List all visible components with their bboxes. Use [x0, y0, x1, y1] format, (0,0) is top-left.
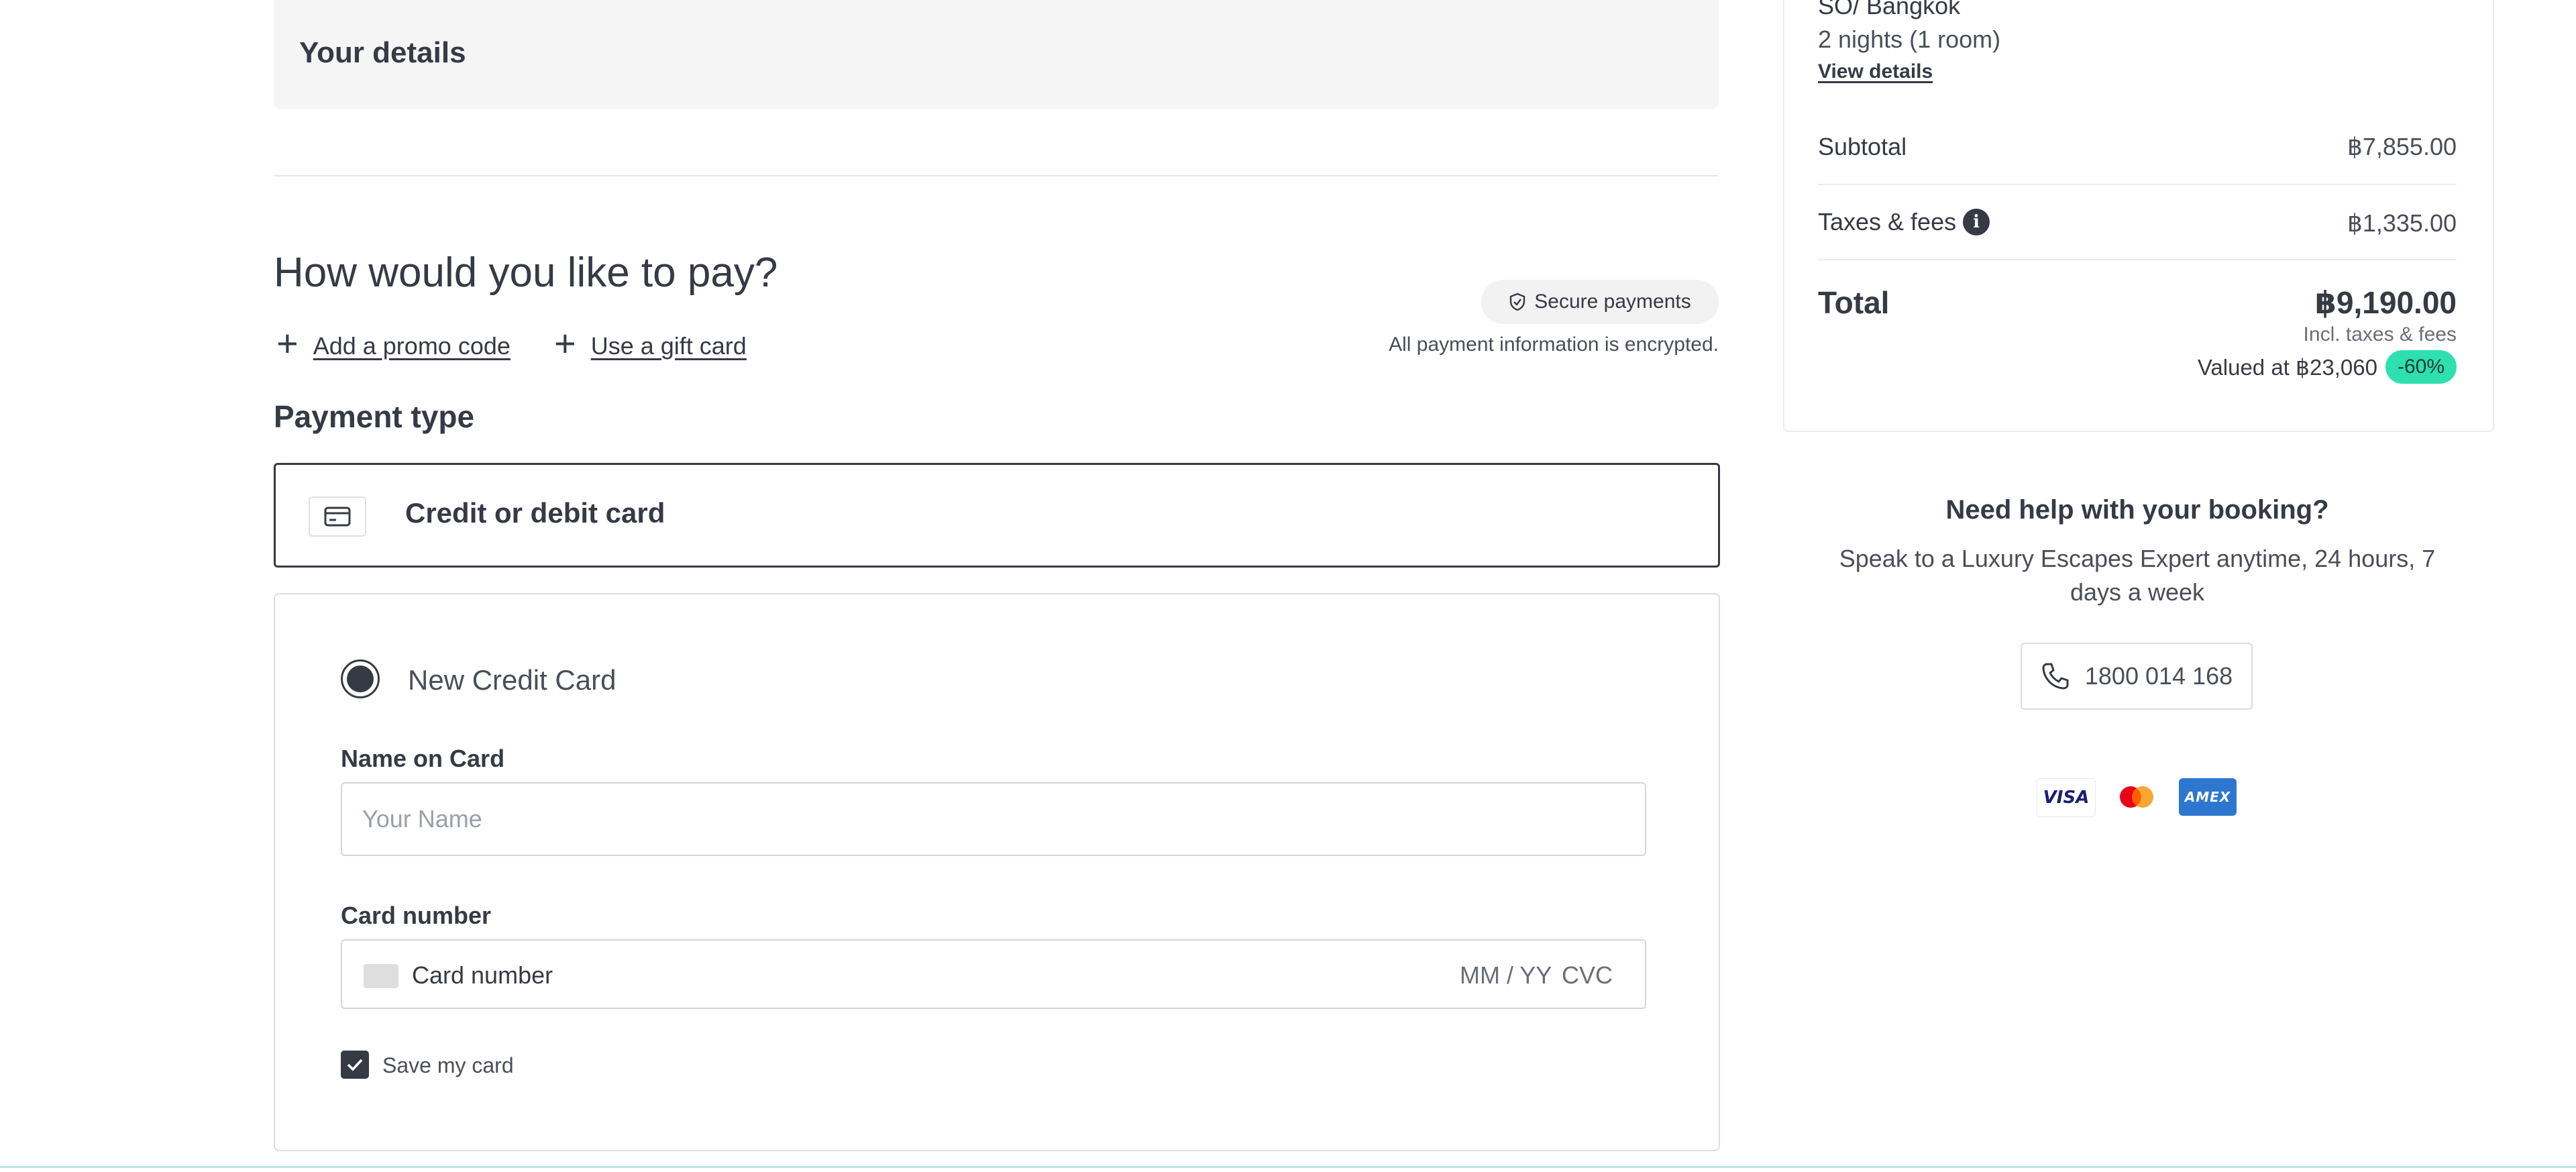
- phone-icon: [2042, 663, 2069, 690]
- name-on-card-label: Name on Card: [341, 745, 505, 772]
- help-subtitle: Speak to a Luxury Escapes Expert anytime…: [1839, 545, 2436, 606]
- valued-at-row: Valued at ฿23,060 -60%: [2198, 350, 2457, 384]
- plus-icon: +: [276, 322, 299, 364]
- stay-length: 2 nights (1 room): [1818, 25, 2001, 53]
- payment-heading: How would you like to pay?: [274, 250, 778, 296]
- name-on-card-input[interactable]: [341, 782, 1646, 856]
- help-heading: Need help with your booking?: [1945, 495, 2329, 525]
- plus-icon: +: [554, 322, 576, 364]
- card-number-label: Card number: [341, 902, 492, 929]
- secure-payments-badge: Secure payments: [1481, 280, 1719, 324]
- secure-payments-label: Secure payments: [1534, 290, 1691, 313]
- use-gift-card-link[interactable]: + Use a gift card: [554, 322, 747, 365]
- your-details-heading: Your details: [299, 36, 466, 69]
- encrypted-note: All payment information is encrypted.: [1389, 333, 1719, 356]
- info-icon[interactable]: i: [1963, 209, 1990, 235]
- summary-divider: [1818, 184, 2457, 185]
- taxes-label: Taxes & fees: [1818, 208, 1957, 235]
- add-promo-code-link[interactable]: + Add a promo code: [276, 322, 511, 365]
- total-value: ฿9,190.00: [2314, 285, 2457, 320]
- mastercard-icon: [2108, 778, 2165, 816]
- subtotal-label: Subtotal: [1818, 133, 1907, 160]
- footer-divider: [0, 1166, 2576, 1168]
- credit-card-icon: [309, 496, 366, 537]
- taxes-row: Taxes & fees i: [1818, 208, 1990, 236]
- your-details-section[interactable]: [274, 0, 1719, 109]
- shield-check-icon: [1510, 292, 1525, 311]
- valued-at-text: Valued at ฿23,060: [2197, 354, 2377, 380]
- visa-icon: VISA: [2037, 778, 2096, 817]
- card-brand-icon: [364, 964, 398, 988]
- card-number-placeholder[interactable]: Card number: [412, 961, 553, 990]
- new-credit-card-radio[interactable]: [341, 659, 380, 698]
- phone-number: 1800 014 168: [2084, 662, 2233, 690]
- amex-icon: AMEX: [2179, 778, 2237, 816]
- total-label: Total: [1818, 285, 1890, 320]
- new-credit-card-label: New Credit Card: [408, 664, 616, 696]
- summary-divider: [1818, 259, 2457, 260]
- payment-type-heading: Payment type: [274, 399, 475, 434]
- checkmark-icon: [347, 1059, 363, 1071]
- view-details-link[interactable]: View details: [1818, 60, 1933, 83]
- discount-badge: -60%: [2385, 350, 2457, 384]
- call-expert-button[interactable]: 1800 014 168: [2021, 643, 2253, 710]
- payment-type-label: Credit or debit card: [405, 497, 665, 529]
- save-card-label: Save my card: [382, 1053, 514, 1077]
- save-card-checkbox[interactable]: [341, 1051, 369, 1079]
- expiry-placeholder[interactable]: MM / YY: [1460, 961, 1552, 990]
- section-divider: [274, 175, 1719, 176]
- cvc-placeholder[interactable]: CVC: [1562, 961, 1613, 990]
- property-name: SO/ Bangkok: [1818, 0, 1961, 19]
- promo-link-label: Add a promo code: [313, 332, 511, 360]
- gift-link-label: Use a gift card: [590, 332, 747, 360]
- incl-taxes-note: Incl. taxes & fees: [2303, 323, 2457, 345]
- taxes-value: ฿1,335.00: [2347, 209, 2457, 237]
- subtotal-value: ฿7,855.00: [2347, 133, 2457, 160]
